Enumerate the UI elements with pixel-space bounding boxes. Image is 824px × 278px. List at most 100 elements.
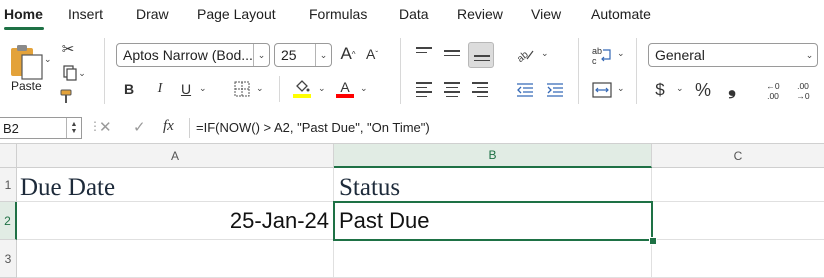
cell-b3[interactable] <box>334 240 652 278</box>
font-color-chevron-icon[interactable]: ⌄ <box>360 83 368 94</box>
formula-bar-divider <box>189 118 190 138</box>
ribbon-separator <box>279 76 280 102</box>
select-all-corner[interactable] <box>0 144 17 168</box>
underline-chevron-icon[interactable]: ⌄ <box>199 83 207 94</box>
cell-b1[interactable]: Status <box>334 168 652 202</box>
tab-data[interactable]: Data <box>399 6 429 22</box>
fill-handle[interactable] <box>649 237 657 245</box>
fill-color-chevron-icon[interactable]: ⌄ <box>318 83 326 94</box>
decrease-indent-button[interactable] <box>514 80 536 100</box>
decrease-decimal-button[interactable]: .00 →0 <box>792 78 814 104</box>
number-format-dropdown[interactable]: General ⌄ <box>648 43 818 67</box>
tab-formulas[interactable]: Formulas <box>309 6 367 22</box>
grow-font-icon: A <box>340 44 352 63</box>
tab-page-layout[interactable]: Page Layout <box>197 6 276 22</box>
currency-button[interactable]: $ <box>652 79 668 101</box>
align-middle-icon[interactable] <box>444 50 460 59</box>
font-name-value: Aptos Narrow (Bod... <box>123 47 253 63</box>
row-header-3[interactable]: 3 <box>0 240 17 278</box>
borders-chevron-icon[interactable]: ⌄ <box>256 83 264 94</box>
tab-automate[interactable]: Automate <box>591 6 651 22</box>
merge-center-button[interactable] <box>590 80 614 100</box>
shrink-font-icon: A <box>365 46 376 62</box>
cell-c2[interactable] <box>652 202 824 240</box>
underline-button[interactable]: U <box>178 79 194 99</box>
cell-c3[interactable] <box>652 240 824 278</box>
fill-color-button[interactable] <box>291 78 313 100</box>
column-header-c[interactable]: C <box>652 144 824 168</box>
font-color-swatch <box>336 94 354 98</box>
paint-bucket-icon <box>296 80 310 92</box>
cell-a1[interactable]: Due Date <box>17 168 334 202</box>
clipboard-icon <box>11 45 43 80</box>
align-left-icon[interactable] <box>416 82 432 100</box>
align-right-icon[interactable] <box>472 82 488 100</box>
increase-font-size-button[interactable]: A ^ <box>338 43 358 65</box>
name-box[interactable]: B2 ▲ ▼ <box>0 117 82 139</box>
column-header-b[interactable]: B <box>334 144 652 168</box>
paste-chevron-icon[interactable]: ⌄ <box>44 54 52 65</box>
font-name-chevron-icon: ⌄ <box>253 44 269 66</box>
cell-a3[interactable] <box>17 240 334 278</box>
name-box-stepper-icon: ▲ ▼ <box>66 118 81 138</box>
align-center-icon[interactable] <box>444 82 460 100</box>
svg-text:ab: ab <box>592 46 602 56</box>
copy-button[interactable]: ⌄ <box>58 64 90 82</box>
orientation-chevron-icon[interactable]: ⌄ <box>541 48 549 59</box>
column-header-a[interactable]: A <box>17 144 334 168</box>
tab-draw[interactable]: Draw <box>136 6 169 22</box>
align-top-icon[interactable] <box>416 47 432 56</box>
cut-icon[interactable]: ✂ <box>60 40 76 58</box>
cancel-icon[interactable]: ✕ <box>99 118 112 136</box>
decrease-decimal-icon: .00 →0 <box>796 81 812 101</box>
decrease-indent-icon <box>517 83 533 97</box>
increase-decimal-icon: ←0 .00 <box>766 81 782 101</box>
format-painter-button[interactable] <box>58 87 76 105</box>
svg-text:c: c <box>592 56 597 65</box>
decrease-font-size-button[interactable]: Aˇ <box>362 43 382 65</box>
borders-button[interactable] <box>232 79 252 99</box>
increase-indent-icon <box>547 83 563 97</box>
row-header-1[interactable]: 1 <box>0 168 17 202</box>
row-header-2[interactable]: 2 <box>0 202 17 240</box>
name-box-value: B2 <box>3 121 19 136</box>
ribbon-separator <box>400 38 401 104</box>
insert-function-button[interactable]: fx <box>163 118 174 135</box>
wrap-text-chevron-icon[interactable]: ⌄ <box>617 48 625 59</box>
formula-bar: B2 ▲ ▼ ⋮ ✕ ✓ fx =IF(NOW() > A2, "Past Due… <box>0 113 824 144</box>
worksheet-grid: A B C 1 2 3 Due Date Status 25-Jan-24 Pa… <box>0 144 824 278</box>
tab-insert[interactable]: Insert <box>68 6 103 22</box>
bold-button[interactable]: B <box>120 79 138 99</box>
tab-review[interactable]: Review <box>457 6 503 22</box>
font-size-value: 25 <box>281 47 297 63</box>
ribbon-separator <box>578 38 579 104</box>
cell-a2[interactable]: 25-Jan-24 <box>17 202 334 240</box>
font-size-dropdown[interactable]: 25 ⌄ <box>274 43 332 67</box>
tab-home[interactable]: Home <box>4 6 43 22</box>
orientation-button[interactable]: ab <box>514 44 536 64</box>
cell-b2[interactable]: Past Due <box>334 202 652 240</box>
wrap-text-button[interactable]: ab c <box>590 44 614 66</box>
increase-decimal-button[interactable]: ←0 .00 <box>762 78 784 104</box>
confirm-icon[interactable]: ✓ <box>133 118 146 136</box>
tab-view[interactable]: View <box>531 6 561 22</box>
font-color-button[interactable]: A <box>334 78 356 100</box>
paste-label: Paste <box>11 79 42 93</box>
number-format-value: General <box>655 47 705 63</box>
increase-indent-button[interactable] <box>544 80 566 100</box>
italic-button[interactable]: I <box>151 79 169 99</box>
align-bottom-button[interactable] <box>468 42 494 68</box>
font-name-dropdown[interactable]: Aptos Narrow (Bod... ⌄ <box>116 43 270 67</box>
ribbon-separator <box>636 38 637 104</box>
percent-button[interactable]: % <box>693 79 713 101</box>
orientation-icon: ab <box>515 49 534 63</box>
wrap-text-icon: ab c <box>592 46 611 65</box>
merge-chevron-icon[interactable]: ⌄ <box>617 83 625 94</box>
formula-input[interactable]: =IF(NOW() > A2, "Past Due", "On Time") <box>196 120 430 135</box>
copy-chevron-icon: ⌄ <box>78 67 86 78</box>
cell-c1[interactable] <box>652 168 824 202</box>
brush-icon <box>60 89 72 103</box>
currency-chevron-icon[interactable]: ⌄ <box>676 83 684 94</box>
comma-style-button[interactable]: ❟ <box>724 77 740 99</box>
merge-center-icon <box>592 82 612 98</box>
